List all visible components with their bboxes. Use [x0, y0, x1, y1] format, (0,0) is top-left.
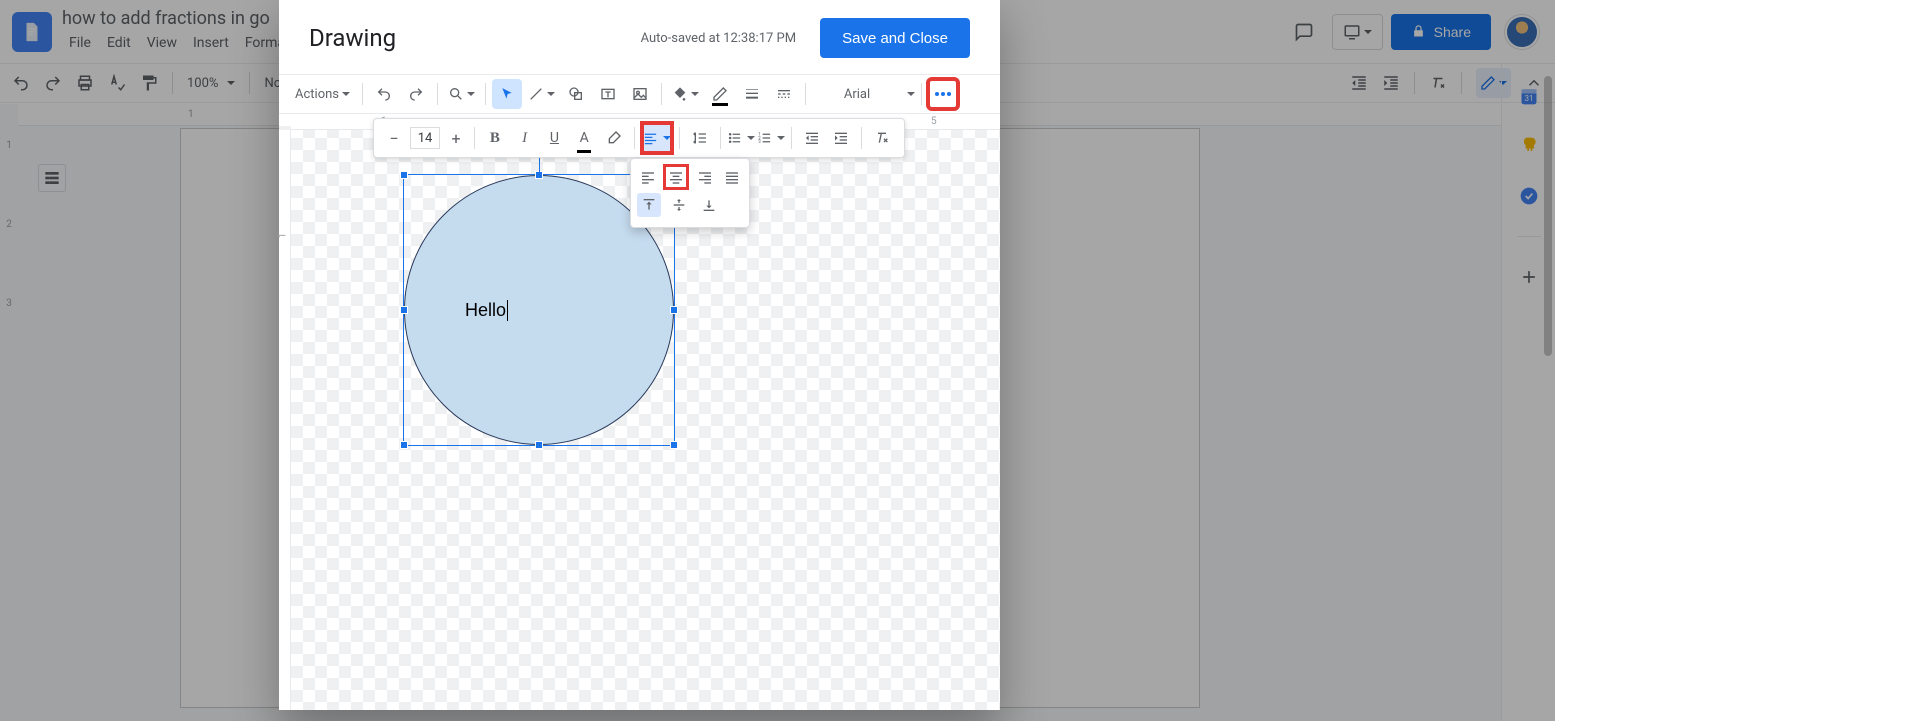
decrease-indent-button[interactable] — [798, 124, 826, 152]
redo-button[interactable] — [401, 79, 431, 109]
line-spacing-button[interactable] — [686, 124, 714, 152]
canvas-vertical-ruler: 1 — [279, 130, 291, 710]
fill-color-button[interactable] — [668, 79, 703, 109]
drawing-canvas[interactable]: 1 5 1 Hello − — [279, 114, 1000, 710]
dialog-title: Drawing — [309, 24, 396, 52]
valign-middle-button[interactable] — [667, 193, 691, 217]
align-right-button[interactable] — [694, 165, 715, 189]
border-weight-button[interactable] — [737, 79, 767, 109]
zoom-button[interactable] — [444, 79, 479, 109]
save-and-close-button[interactable]: Save and Close — [820, 18, 970, 58]
highlight-color-button[interactable] — [600, 124, 628, 152]
border-color-button[interactable] — [705, 79, 735, 109]
numbered-list-button[interactable]: 123 — [757, 124, 785, 152]
valign-top-button[interactable] — [637, 193, 661, 217]
font-family-select[interactable]: Arial — [812, 79, 902, 109]
bullet-list-button[interactable] — [727, 124, 755, 152]
align-button[interactable] — [643, 124, 671, 152]
shape-text[interactable]: Hello — [465, 300, 508, 321]
undo-button[interactable] — [369, 79, 399, 109]
select-tool[interactable] — [492, 79, 522, 109]
underline-button[interactable]: U — [541, 124, 569, 152]
increase-indent-button[interactable] — [827, 124, 855, 152]
shape-tool[interactable] — [561, 79, 591, 109]
more-options-button[interactable] — [928, 79, 958, 109]
svg-text:3: 3 — [758, 140, 761, 145]
resize-handle[interactable] — [400, 441, 408, 449]
resize-handle[interactable] — [400, 306, 408, 314]
alignment-dropdown — [630, 158, 750, 228]
align-left-button[interactable] — [637, 165, 658, 189]
resize-handle[interactable] — [670, 441, 678, 449]
textbox-tool[interactable] — [593, 79, 623, 109]
line-tool[interactable] — [524, 79, 559, 109]
actions-menu[interactable]: Actions — [289, 79, 356, 109]
clear-formatting-button[interactable] — [868, 124, 896, 152]
bold-button[interactable]: B — [481, 124, 509, 152]
font-size-decrease[interactable]: − — [382, 126, 406, 150]
align-center-button[interactable] — [664, 165, 688, 189]
font-size-value[interactable]: 14 — [410, 127, 440, 149]
italic-button[interactable]: I — [511, 124, 539, 152]
border-dash-button[interactable] — [769, 79, 799, 109]
drawing-dialog: Drawing Auto-saved at 12:38:17 PM Save a… — [279, 0, 1000, 710]
valign-bottom-button[interactable] — [697, 193, 721, 217]
autosave-status: Auto-saved at 12:38:17 PM — [641, 31, 797, 46]
resize-handle[interactable] — [670, 306, 678, 314]
resize-handle[interactable] — [535, 171, 543, 179]
drawing-toolbar: Actions Arial — [279, 74, 1000, 114]
text-color-button[interactable]: A — [570, 124, 598, 152]
resize-handle[interactable] — [400, 171, 408, 179]
image-tool[interactable] — [625, 79, 655, 109]
resize-handle[interactable] — [535, 441, 543, 449]
text-format-toolbar: − 14 + B I U A — [373, 118, 905, 158]
font-size-increase[interactable]: + — [444, 126, 468, 150]
align-justify-button[interactable] — [722, 165, 743, 189]
